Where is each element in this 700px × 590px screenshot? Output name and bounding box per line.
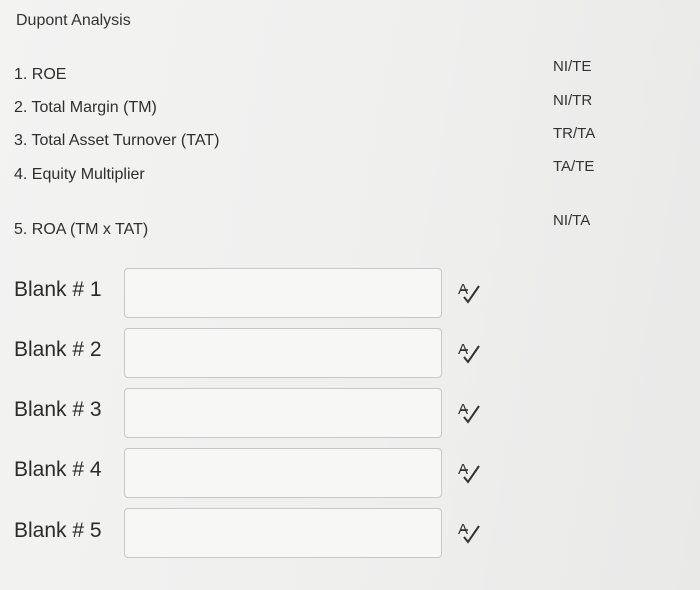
blank-label-5: Blank # 5 [14,519,102,542]
blank-input-3[interactable] [124,388,442,438]
page-title: Dupont Analysis [16,12,131,29]
list-item-total-asset-turnover: 3. Total Asset Turnover (TAT) [14,132,220,149]
blank-label-3: Blank # 3 [14,398,102,421]
spell-check-icon[interactable]: A [457,340,483,366]
formula-ni-tr: NI/TR [553,92,593,109]
blank-label-2: Blank # 2 [14,338,102,361]
formula-ni-ta: NI/TA [553,212,591,229]
formula-tr-ta: TR/TA [553,125,596,142]
list-item-roe: 1. ROE [14,66,67,83]
blank-label-1: Blank # 1 [14,278,102,301]
blank-input-2[interactable] [124,328,442,378]
list-item-total-margin: 2. Total Margin (TM) [14,99,157,116]
blank-input-5[interactable] [124,508,442,558]
spell-check-icon[interactable]: A [457,460,483,486]
blank-label-4: Blank # 4 [14,458,102,481]
spell-check-icon[interactable]: A [457,280,483,306]
formula-ni-te: NI/TE [553,58,592,75]
list-item-roa: 5. ROA (TM x TAT) [14,221,149,238]
blank-input-4[interactable] [124,448,442,498]
spell-check-icon[interactable]: A [457,400,483,426]
blank-input-1[interactable] [124,268,442,318]
formula-ta-te: TA/TE [553,158,595,175]
list-item-equity-multiplier: 4. Equity Multiplier [14,166,145,183]
spell-check-icon[interactable]: A [457,520,483,546]
